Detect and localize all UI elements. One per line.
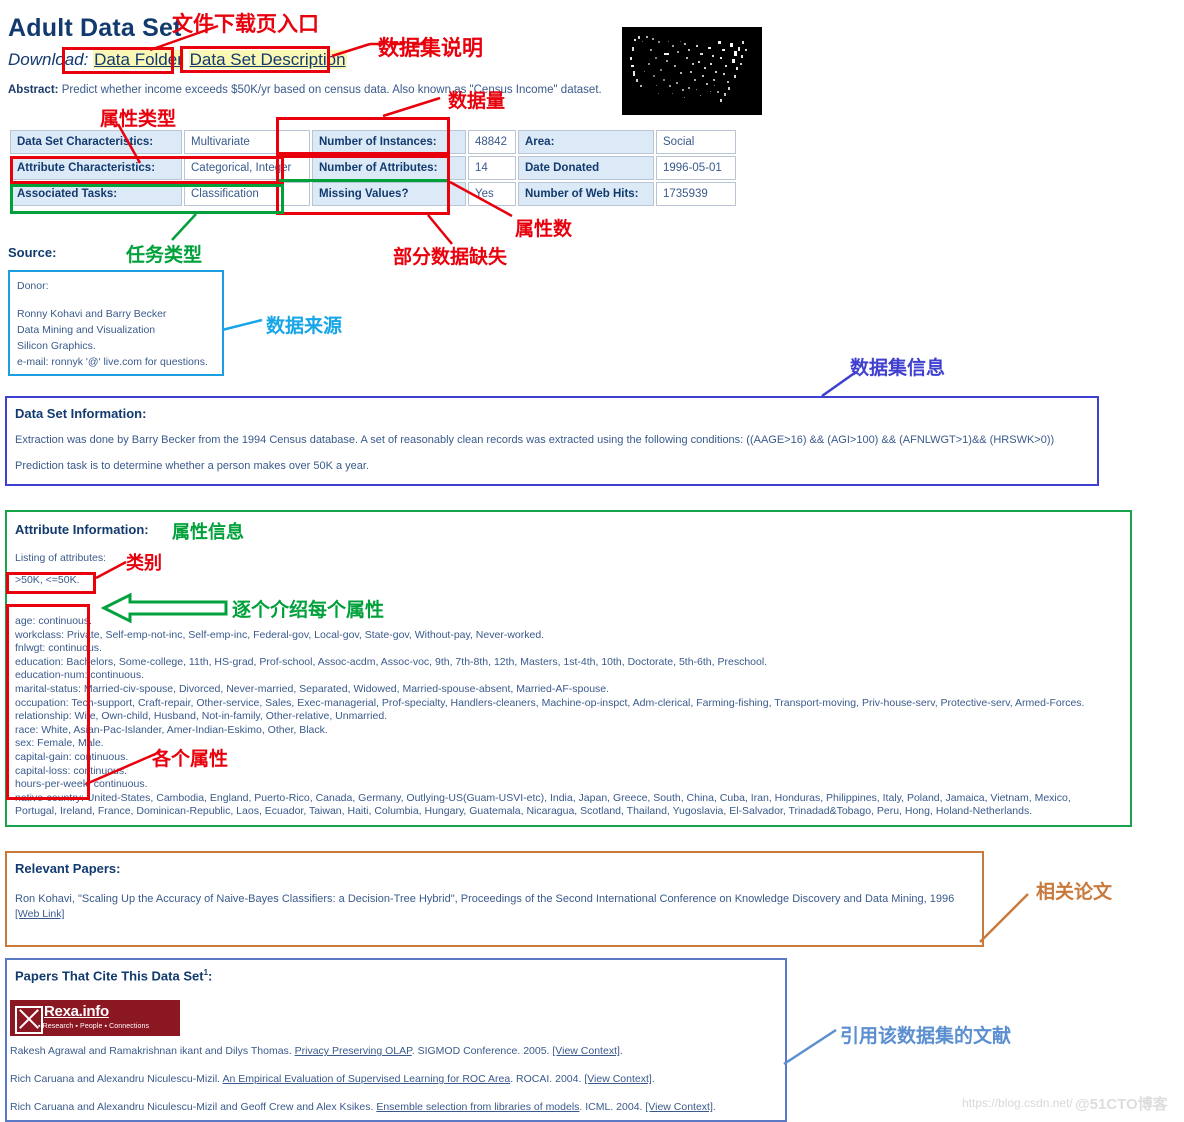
- annotation-relevant-papers: 相关论文: [1036, 881, 1113, 903]
- relevant-paper-entry: Ron Kohavi, "Scaling Up the Accuracy of …: [15, 893, 955, 905]
- view-context-link[interactable]: [View Context]: [645, 1101, 713, 1113]
- annotation-box-missing-values: [276, 155, 450, 215]
- citing-papers-section: Papers That Cite This Data Set1:: [5, 958, 787, 1122]
- donor-line: Ronny Kohavi and Barry Becker: [17, 308, 167, 320]
- donor-line: Data Mining and Visualization: [17, 324, 156, 336]
- citation-venue: . ICML. 2004.: [579, 1101, 646, 1113]
- abstract: Abstract: Predict whether income exceeds…: [8, 84, 602, 96]
- citing-heading-colon: :: [208, 968, 213, 984]
- annotation-file-download-entry: 文件下载页入口: [172, 12, 319, 36]
- cell-key: Date Donated: [518, 156, 654, 180]
- watermark-brand: @51CTO博客: [1075, 1096, 1168, 1113]
- web-link[interactable]: [Web Link]: [15, 908, 64, 920]
- watermark-url: https://blog.csdn.net/: [962, 1096, 1073, 1110]
- citation-venue: . SIGMOD Conference. 2005.: [411, 1045, 553, 1057]
- rexa-logo[interactable]: Rexa.info ▪ Research ▪ People ▪ Connecti…: [10, 1000, 180, 1036]
- cell-key: Number of Web Hits:: [518, 182, 654, 206]
- dsinfo-paragraph: Prediction task is to determine whether …: [15, 460, 370, 472]
- cell-value: 1996-05-01: [656, 156, 736, 180]
- green-left-arrow-icon: [100, 592, 228, 624]
- citation-entry: Rich Caruana and Alexandru Niculescu-Miz…: [10, 1073, 655, 1085]
- attribute-list: age: continuous. workclass: Private, Sel…: [15, 615, 1084, 819]
- cell-value: 14: [468, 156, 516, 180]
- citation-entry: Rich Caruana and Alexandru Niculescu-Miz…: [10, 1101, 716, 1113]
- rexa-tagline: ▪ Research ▪ People ▪ Connections: [38, 1023, 150, 1030]
- donor-line: Donor:: [17, 280, 49, 292]
- citation-end: .: [651, 1073, 655, 1085]
- annotation-attribute-count: 属性数: [515, 218, 573, 240]
- annotation-attribute-info: 属性信息: [172, 522, 244, 543]
- listing-of-attributes-label: Listing of attributes:: [15, 552, 107, 564]
- attribute-line: marital-status: Married-civ-spouse, Divo…: [15, 682, 610, 695]
- cell-value: Yes: [468, 182, 516, 206]
- annotation-dataset-description: 数据集说明: [378, 36, 483, 60]
- abstract-text: Predict whether income exceeds $50K/yr b…: [61, 84, 602, 96]
- annotation-box-instances: [276, 117, 450, 155]
- attribute-line: race: White, Asian-Pac-Islander, Amer-In…: [15, 723, 328, 736]
- attribute-line: hours-per-week: continuous.: [15, 778, 148, 791]
- annotation-missing-data: 部分数据缺失: [393, 246, 508, 268]
- donor-line: e-mail: ronnyk '@' live.com for question…: [17, 356, 208, 368]
- us-night-lights-image: [622, 27, 762, 115]
- section-heading: Attribute Information:: [15, 522, 149, 537]
- annotation-box-data-set-description: [180, 46, 330, 73]
- abstract-label: Abstract:: [8, 84, 59, 96]
- citation-paper-link[interactable]: Privacy Preserving OLAP: [295, 1045, 412, 1057]
- citation-end: .: [619, 1045, 623, 1057]
- attribute-information-section: Attribute Information: Listing of attrib…: [5, 510, 1132, 827]
- annotation-box-data-folder: [62, 47, 174, 74]
- attribute-line: education-num: continuous.: [15, 669, 144, 682]
- attribute-line: Portugal, Ireland, France, Dominican-Rep…: [15, 805, 1033, 818]
- source-label: Source:: [8, 245, 57, 260]
- annotation-dataset-info: 数据集信息: [850, 357, 946, 379]
- attribute-line: workclass: Private, Self-emp-not-inc, Se…: [15, 628, 545, 641]
- cell-key: Data Set Characteristics:: [10, 130, 182, 154]
- annotation-box-attribute-characteristics: [10, 156, 284, 184]
- annotation-each-attribute-intro: 逐个介绍每个属性: [232, 599, 385, 621]
- annotation-data-volume: 数据量: [448, 90, 506, 112]
- citation-authors: Rakesh Agrawal and Ramakrishnan ikant an…: [10, 1045, 292, 1057]
- attribute-line: relationship: Wife, Own-child, Husband, …: [15, 710, 388, 723]
- annotation-box-associated-tasks: [10, 184, 284, 214]
- annotation-task-type: 任务类型: [126, 244, 203, 266]
- section-heading: Papers That Cite This Data Set1:: [15, 968, 212, 983]
- attribute-line: native-country: United-States, Cambodia,…: [15, 791, 1071, 804]
- dataset-page: Adult Data Set Download: Data Folder Dat…: [0, 0, 1184, 1122]
- annotation-box-attribute-names: [6, 604, 90, 800]
- data-set-information-section: Data Set Information: Extraction was don…: [5, 396, 1099, 486]
- cell-value: Social: [656, 130, 736, 154]
- donor-line: Silicon Graphics.: [17, 340, 96, 352]
- citation-venue: . ROCAI. 2004.: [510, 1073, 585, 1085]
- view-context-link[interactable]: [View Context]: [552, 1045, 620, 1057]
- annotation-citing-literature: 引用该数据集的文献: [840, 1025, 1012, 1047]
- view-context-link[interactable]: [View Context]: [584, 1073, 652, 1085]
- donor-box: Donor: Ronny Kohavi and Barry Becker Dat…: [8, 270, 224, 376]
- citation-authors: Rich Caruana and Alexandru Niculescu-Miz…: [10, 1101, 374, 1113]
- attribute-line: fnlwgt: continuous.: [15, 642, 102, 655]
- citation-paper-link[interactable]: An Empirical Evaluation of Supervised Le…: [222, 1073, 510, 1085]
- annotation-attribute-type: 属性类型: [100, 108, 177, 130]
- attribute-line: education: Bachelors, Some-college, 11th…: [15, 655, 768, 668]
- citation-paper-link[interactable]: Ensemble selection from libraries of mod…: [376, 1101, 579, 1113]
- citation-entry: Rakesh Agrawal and Ramakrishnan ikant an…: [10, 1045, 623, 1057]
- annotation-class-label: 类别: [126, 553, 162, 574]
- rexa-name: Rexa.info: [44, 1003, 109, 1020]
- section-heading: Relevant Papers:: [15, 861, 121, 876]
- attribute-line: occupation: Tech-support, Craft-repair, …: [15, 696, 1085, 709]
- cell-key: Area:: [518, 130, 654, 154]
- citing-heading-text: Papers That Cite This Data Set: [15, 968, 204, 984]
- cell-value: 1735939: [656, 182, 736, 206]
- section-heading: Data Set Information:: [15, 406, 147, 421]
- cell-value: 48842: [468, 130, 516, 154]
- citation-authors: Rich Caruana and Alexandru Niculescu-Miz…: [10, 1073, 221, 1085]
- page-title: Adult Data Set: [8, 14, 182, 42]
- citation-end: .: [712, 1101, 716, 1113]
- annotation-data-source: 数据来源: [266, 315, 343, 337]
- dsinfo-paragraph: Extraction was done by Barry Becker from…: [15, 434, 1055, 446]
- annotation-box-classes: [6, 572, 96, 594]
- relevant-papers-section: Relevant Papers: Ron Kohavi, "Scaling Up…: [5, 851, 984, 947]
- annotation-individual-attributes: 各个属性: [152, 748, 229, 770]
